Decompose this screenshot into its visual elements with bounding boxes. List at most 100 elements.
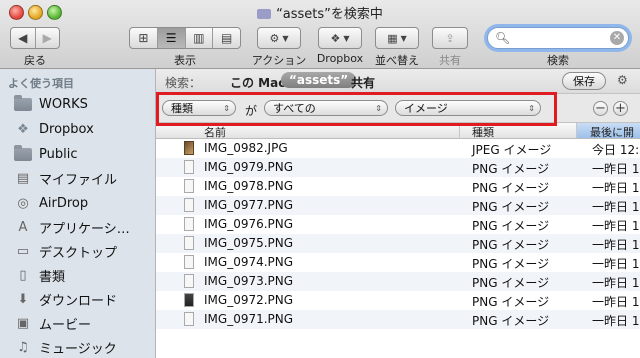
- image-thumbnail-icon: [184, 141, 194, 155]
- minus-icon: −: [595, 101, 606, 116]
- desktop-icon: ▭: [16, 243, 30, 259]
- criteria-highlight-box: [156, 92, 557, 126]
- sidebar-item-label: マイファイル: [39, 172, 118, 188]
- sidebar-item-label: アプリケーシ…: [39, 221, 130, 237]
- file-name: IMG_0975.PNG: [204, 236, 294, 250]
- smart-folder-icon: [257, 9, 272, 19]
- image-thumbnail-icon: [184, 293, 194, 307]
- table-row[interactable]: IMG_0976.PNG PNG イメージ 一昨日 15: [156, 215, 640, 234]
- file-name: IMG_0978.PNG: [204, 179, 294, 193]
- share-button[interactable]: ⇪: [432, 27, 468, 49]
- view-icon-button[interactable]: ⊞: [130, 28, 158, 48]
- sidebar-item-all-my-files[interactable]: ▤ マイファイル: [14, 168, 117, 188]
- sidebar-item-label: ダウンロード: [39, 293, 118, 309]
- airdrop-icon: ◎: [17, 195, 29, 211]
- file-name: IMG_0972.PNG: [204, 293, 294, 307]
- table-row[interactable]: IMG_0977.PNG PNG イメージ 一昨日 15: [156, 196, 640, 215]
- scope-assets[interactable]: “assets”: [281, 72, 357, 88]
- table-row[interactable]: IMG_0971.PNG PNG イメージ 一昨日 14: [156, 310, 640, 329]
- table-row[interactable]: IMG_0974.PNG PNG イメージ 一昨日 15: [156, 253, 640, 272]
- back-button[interactable]: ◀: [11, 28, 36, 48]
- sidebar-item-movies[interactable]: ▣ ムービー: [14, 313, 91, 333]
- file-name: IMG_0973.PNG: [204, 274, 294, 288]
- scope-this-mac[interactable]: この Mac: [230, 74, 285, 91]
- action-button[interactable]: ⚙ ▼: [257, 27, 301, 49]
- file-date: 一昨日 14: [592, 276, 640, 290]
- table-row[interactable]: IMG_0973.PNG PNG イメージ 一昨日 14: [156, 272, 640, 291]
- list-view-icon: ☰: [165, 31, 177, 45]
- dropbox-icon: ❖: [330, 31, 341, 45]
- forward-button[interactable]: ▶: [36, 28, 60, 48]
- file-kind: PNG イメージ: [472, 181, 550, 195]
- sidebar-item-desktop[interactable]: ▭ デスクトップ: [14, 241, 117, 261]
- folder-icon: [14, 94, 32, 111]
- table-row[interactable]: IMG_0978.PNG PNG イメージ 一昨日 15: [156, 177, 640, 196]
- save-search-button[interactable]: 保存: [562, 72, 606, 90]
- file-kind: PNG イメージ: [472, 219, 550, 233]
- file-kind: PNG イメージ: [472, 276, 550, 290]
- window-title-wrap: “assets”を検索中: [0, 3, 640, 22]
- search-icon: 🔍︎: [495, 31, 511, 45]
- action-label: アクション: [251, 54, 307, 67]
- view-column-button[interactable]: ▥: [186, 28, 214, 48]
- search-label: 検索: [547, 54, 569, 67]
- sidebar-item-airdrop[interactable]: ◎ AirDrop: [14, 193, 88, 213]
- file-date: 一昨日 15: [592, 181, 640, 195]
- file-name: IMG_0974.PNG: [204, 255, 294, 269]
- toolbar: “assets”を検索中 ◀ ▶ 戻る ⊞ ☰ ▥ ▤ 表示 ⚙ ▼ アクション …: [0, 0, 640, 69]
- file-kind: PNG イメージ: [472, 200, 550, 214]
- view-list-button[interactable]: ☰: [157, 28, 186, 48]
- chevron-down-icon: ▼: [343, 33, 350, 43]
- scope-options-icon[interactable]: ⚙: [617, 73, 628, 87]
- sidebar-item-label: デスクトップ: [39, 245, 118, 261]
- chevron-down-icon: ▼: [282, 33, 289, 43]
- sidebar-item-music[interactable]: ♫ ミュージック: [14, 337, 117, 357]
- all-my-files-icon: ▤: [16, 170, 30, 186]
- share-label: 共有: [439, 54, 461, 67]
- column-view-icon: ▥: [193, 31, 205, 45]
- column-date-opened[interactable]: 最後に開: [590, 124, 634, 140]
- sidebar-item-applications[interactable]: A アプリケーシ…: [14, 217, 130, 237]
- arrange-icon: ▦: [387, 31, 398, 45]
- clear-search-icon[interactable]: ✕: [610, 31, 624, 45]
- back-forward-control: ◀ ▶: [10, 27, 60, 49]
- sidebar-item-dropbox[interactable]: ❖ Dropbox: [14, 119, 94, 139]
- window-title: “assets”を検索中: [276, 7, 383, 22]
- documents-icon: ▯: [19, 267, 27, 283]
- view-coverflow-button[interactable]: ▤: [213, 28, 240, 48]
- downloads-icon: ⬇: [17, 291, 29, 307]
- chevron-down-icon: ▼: [400, 33, 407, 43]
- file-date: 一昨日 14: [592, 295, 640, 309]
- sidebar: よく使う項目 WORKS ❖ Dropbox Public ▤ マイファイル ◎…: [0, 69, 156, 358]
- sidebar-item-public[interactable]: Public: [14, 144, 77, 164]
- file-name: IMG_0976.PNG: [204, 217, 294, 231]
- table-row[interactable]: IMG_0979.PNG PNG イメージ 一昨日 15: [156, 158, 640, 177]
- file-date: 一昨日 15: [592, 257, 640, 271]
- search-field[interactable]: 🔍︎ ✕: [487, 27, 629, 49]
- image-thumbnail-icon: [184, 179, 194, 193]
- sidebar-item-downloads[interactable]: ⬇ ダウンロード: [14, 289, 117, 309]
- coverflow-view-icon: ▤: [220, 31, 233, 45]
- file-kind: PNG イメージ: [472, 314, 550, 328]
- remove-criterion-button[interactable]: −: [593, 101, 608, 116]
- column-kind[interactable]: 種類: [472, 124, 494, 140]
- arrange-button[interactable]: ▦ ▼: [375, 27, 419, 49]
- scope-shared[interactable]: 共有: [351, 74, 375, 91]
- table-row[interactable]: IMG_0975.PNG PNG イメージ 一昨日 15: [156, 234, 640, 253]
- add-criterion-button[interactable]: +: [613, 101, 628, 116]
- sidebar-item-works[interactable]: WORKS: [14, 94, 88, 114]
- image-thumbnail-icon: [184, 274, 194, 288]
- file-name: IMG_0977.PNG: [204, 198, 294, 212]
- table-row[interactable]: IMG_0972.PNG PNG イメージ 一昨日 14: [156, 291, 640, 310]
- table-row[interactable]: IMG_0982.JPG JPEG イメージ 今日 12:1: [156, 139, 640, 158]
- sidebar-item-documents[interactable]: ▯ 書類: [14, 265, 65, 285]
- sidebar-item-label: ミュージック: [39, 341, 117, 357]
- file-kind: PNG イメージ: [472, 295, 550, 309]
- movies-icon: ▣: [16, 315, 30, 331]
- dropbox-button[interactable]: ❖ ▼: [318, 27, 362, 49]
- column-name[interactable]: 名前: [204, 124, 226, 140]
- image-thumbnail-icon: [184, 236, 194, 250]
- image-thumbnail-icon: [184, 255, 194, 269]
- file-name: IMG_0971.PNG: [204, 312, 294, 326]
- plus-icon: +: [615, 101, 626, 116]
